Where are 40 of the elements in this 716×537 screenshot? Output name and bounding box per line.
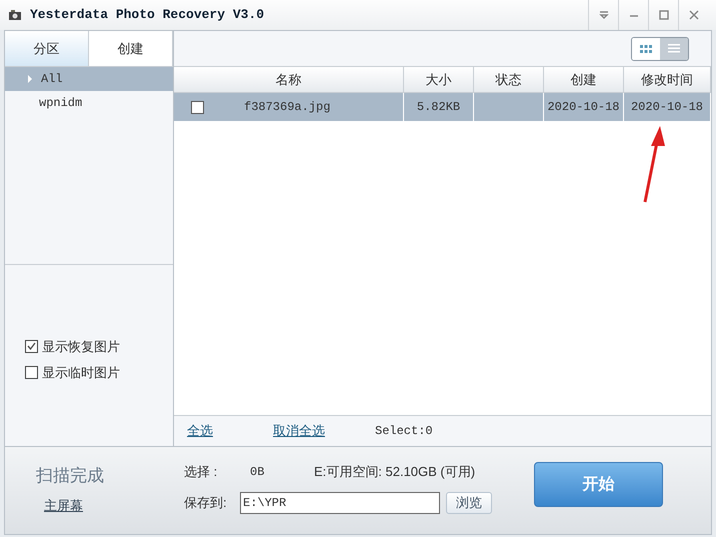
tree-item[interactable]: wpnidm [5,91,173,115]
deselect-all-link[interactable]: 取消全选 [273,421,325,441]
close-icon [688,9,700,21]
tree-item[interactable]: All [5,67,173,91]
table-cell-text: 5.82KB [416,99,460,116]
table-cell-text: 2020-10-18 [547,99,620,116]
list-icon [668,44,680,53]
table-cell-text: f387369a.jpg [244,99,330,116]
selection-size: 0B [250,464,266,481]
maximize-icon [658,9,670,21]
home-screen-link[interactable]: 主屏幕 [44,496,83,515]
scan-status: 扫描完成 [36,465,105,487]
camera-icon [8,8,22,22]
save-path-field[interactable]: E:\YPR [240,492,440,514]
list-view-button[interactable] [660,38,688,60]
tab[interactable]: 创建 [89,31,173,66]
window-title: Yesterdata Photo Recovery V3.0 [30,6,264,24]
checkbox[interactable] [25,366,38,380]
grid-view-button[interactable] [632,38,660,60]
checkbox[interactable] [25,340,38,353]
table-row[interactable]: f387369a.jpg 5.82KB 2020-10-18 2020-10-18 [174,93,711,121]
option-checkbox[interactable]: 显示恢复图片 [25,336,120,356]
menu-icon [598,9,610,21]
column-header[interactable]: 创建 [544,67,624,92]
checkmark-icon [27,342,36,351]
browse-button[interactable]: 浏览 [446,492,492,514]
select-count: Select:0 [375,423,433,440]
free-space-text: E:可用空间: 52.10GB (可用) [314,463,476,481]
tab[interactable]: 分区 [5,31,89,66]
grid-icon [640,44,652,52]
table-cell-text: 2020-10-18 [630,99,703,116]
column-header[interactable]: 修改时间 [624,67,711,92]
select-all-link[interactable]: 全选 [187,421,213,441]
selection-label: 选择 : [184,463,218,481]
column-header[interactable]: 状态 [474,67,544,92]
row-checkbox[interactable] [191,100,204,114]
column-header[interactable]: 名称 [174,67,404,92]
option-checkbox[interactable]: 显示临时图片 [25,363,120,382]
column-header[interactable]: 大小 [404,67,474,92]
save-to-label: 保存到: [184,494,228,512]
